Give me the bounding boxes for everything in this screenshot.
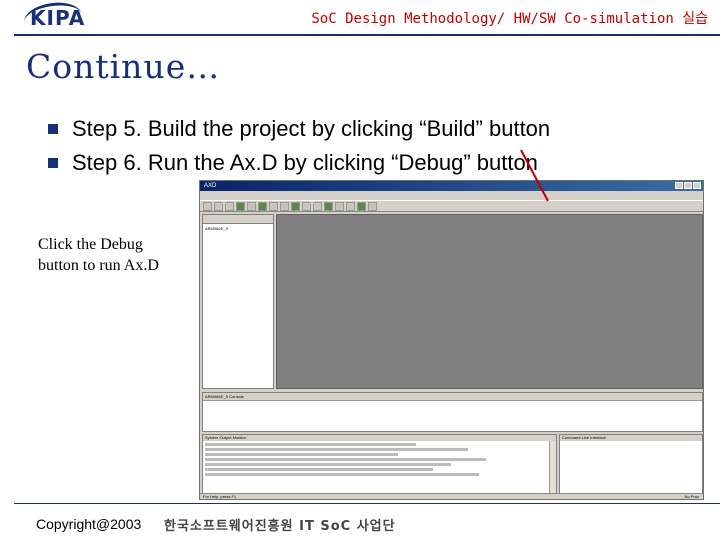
footer-divider bbox=[14, 503, 720, 504]
callout-line bbox=[520, 149, 549, 202]
copyright: Copyright@2003 bbox=[36, 516, 142, 532]
organization-name: 한국소프트웨어진흥원 IT SoC 사업단 bbox=[164, 519, 396, 534]
callout-arrow bbox=[520, 149, 549, 202]
